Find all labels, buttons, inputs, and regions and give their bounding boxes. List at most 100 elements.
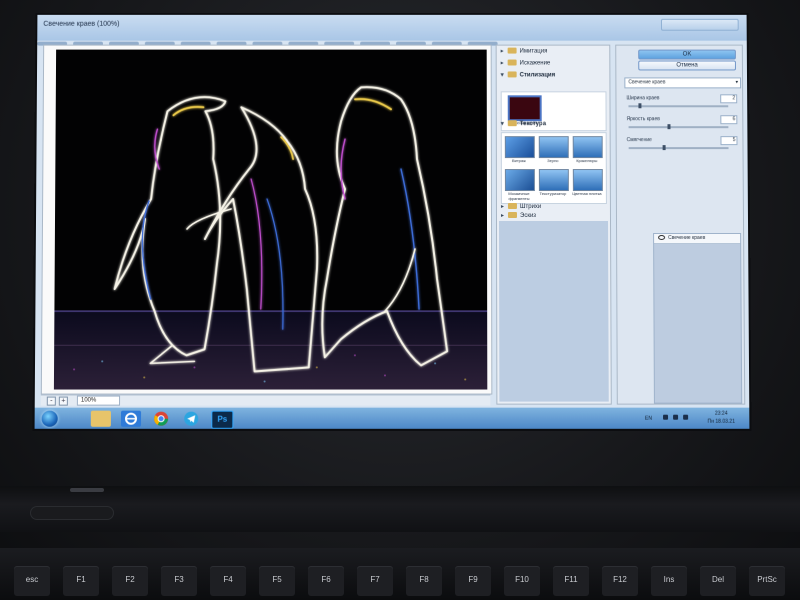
power-led xyxy=(70,488,104,492)
category-distort[interactable]: ▸ Искажение xyxy=(500,59,605,69)
keyboard-key[interactable]: F9 xyxy=(455,566,491,596)
category-texture[interactable]: ▾ Текстура xyxy=(501,120,605,129)
window-controls[interactable] xyxy=(660,18,739,31)
slider-thumb[interactable] xyxy=(662,145,666,151)
folder-icon xyxy=(507,48,517,54)
param-edge-brightness-input[interactable]: 6 xyxy=(720,115,738,125)
keyboard-key[interactable]: F6 xyxy=(308,566,344,596)
keyboard-key[interactable]: esc xyxy=(14,566,50,596)
param-edge-brightness-slider[interactable] xyxy=(628,124,729,130)
windows-taskbar: Ps EN 23:24 Пн 18.03.21 xyxy=(34,407,750,429)
collapsed-arrow-icon: ▸ xyxy=(500,213,505,220)
filter-thumb-texturizer[interactable] xyxy=(538,169,569,192)
param-smoothness-label: Смягчение xyxy=(626,137,652,144)
cancel-button[interactable]: Отмена xyxy=(638,60,736,71)
eye-icon[interactable] xyxy=(658,235,666,241)
param-smoothness-input[interactable]: 5 xyxy=(720,136,738,146)
language-indicator[interactable]: EN xyxy=(645,416,652,422)
filter-label-grain: Зерно xyxy=(547,158,559,164)
laptop-hinge xyxy=(0,486,800,532)
filter-layers-list: Свечение краев xyxy=(653,233,743,404)
param-edge-width-label: Ширина краев xyxy=(626,95,660,102)
keyboard-key[interactable]: F5 xyxy=(259,566,295,596)
filter-label-stained-glass: Витраж xyxy=(511,158,526,164)
system-tray: EN 23:24 Пн 18.03.21 xyxy=(641,410,746,428)
battery-icon[interactable] xyxy=(673,414,679,420)
texture-filters: Витраж Зерно Кракелюры Мозаичные фрагмен… xyxy=(500,132,607,205)
clock-date[interactable]: Пн 18.03.21 xyxy=(701,419,741,425)
keyboard-key[interactable]: F1 xyxy=(63,566,99,596)
category-stylize[interactable]: ▾ Стилизация xyxy=(501,71,605,80)
window-titlebar: Свечение краев (100%) xyxy=(37,14,747,46)
collapsed-arrow-icon: ▸ xyxy=(500,204,504,211)
keyboard-key[interactable]: F7 xyxy=(357,566,393,596)
folder-icon xyxy=(507,212,517,219)
slider-thumb[interactable] xyxy=(638,103,642,109)
chrome-icon[interactable] xyxy=(151,411,171,427)
filter-label-craquelure: Кракелюры xyxy=(576,158,598,164)
folder-open-icon xyxy=(507,120,517,127)
folder-icon xyxy=(507,203,517,210)
keyboard-key[interactable]: F8 xyxy=(406,566,442,596)
expanded-arrow-icon: ▾ xyxy=(500,121,504,128)
keyboard-key[interactable]: F3 xyxy=(161,566,197,596)
expanded-arrow-icon: ▾ xyxy=(500,72,504,79)
laptop-keyboard: esc F1 F2 F3 F4 F5 F6 F7 F8 F9 F10 F11 F12 Ins Del PrtS… xyxy=(0,548,800,600)
folder-icon[interactable] xyxy=(90,410,111,427)
slider-thumb[interactable] xyxy=(667,124,671,130)
network-icon[interactable] xyxy=(663,414,669,420)
preview-image[interactable] xyxy=(53,49,488,390)
filter-thumb-patchwork[interactable] xyxy=(572,169,603,192)
window-title: Свечение краев (100%) xyxy=(43,20,120,28)
param-edge-width-slider[interactable] xyxy=(628,103,729,109)
laptop-screen: Свечение краев (100%) - + 100% ▸ Имитаци… xyxy=(34,14,750,429)
filter-label-patchwork: Цветная плитка xyxy=(572,191,602,197)
filter-gallery-panel: ▸ Имитация ▸ Искажение ▾ Стилизация Свечени… xyxy=(495,44,612,405)
filter-thumb-glowing-edges[interactable] xyxy=(507,95,542,122)
category-artistic[interactable]: ▸ Имитация xyxy=(501,48,605,57)
filter-thumb-craquelure[interactable] xyxy=(572,136,603,159)
keyboard-key[interactable]: F12 xyxy=(602,566,638,596)
keyboard-key[interactable]: Ins xyxy=(651,566,687,596)
filter-select-value: Свечение краев xyxy=(628,79,666,86)
filter-layer-row[interactable]: Свечение краев xyxy=(654,234,741,245)
filter-thumb-mosaic-tiles[interactable] xyxy=(504,169,535,192)
keyboard-key[interactable]: F10 xyxy=(504,566,540,596)
collapsed-arrow-icon: ▸ xyxy=(500,48,504,55)
category-brush-strokes[interactable]: ▸ Штрихи xyxy=(501,203,605,212)
laptop-hinge-cover xyxy=(30,506,114,520)
folder-open-icon xyxy=(507,71,517,78)
filter-thumb-stained-glass[interactable] xyxy=(504,136,535,159)
start-button[interactable] xyxy=(41,410,58,427)
clock-time[interactable]: 23:24 xyxy=(701,411,741,417)
filter-thumb-grain[interactable] xyxy=(538,136,569,159)
filter-preview-panel xyxy=(40,44,493,395)
telegram-icon[interactable] xyxy=(181,411,201,427)
filter-label-mosaic-tiles: Мозаичные фрагменты xyxy=(508,191,530,202)
param-edge-width-input[interactable]: 2 xyxy=(720,94,738,104)
category-sketch[interactable]: ▸ Эскиз xyxy=(501,212,605,221)
keyboard-key[interactable]: F4 xyxy=(210,566,246,596)
filter-label-texturizer: Текстуризатор xyxy=(539,191,567,197)
zoom-level-select[interactable]: 100% xyxy=(76,395,121,406)
menu-bar xyxy=(37,33,625,46)
filter-settings-panel: OK Отмена Свечение краев ▾ Ширина краев … xyxy=(615,44,746,405)
filter-select[interactable]: Свечение краев ▾ xyxy=(624,77,742,89)
keyboard-key[interactable]: F2 xyxy=(112,566,148,596)
preview-zoom-bar: - + 100% xyxy=(40,394,491,406)
keyboard-key[interactable]: F11 xyxy=(553,566,589,596)
param-smoothness-slider[interactable] xyxy=(628,145,729,151)
collapsed-arrow-icon: ▸ xyxy=(500,60,504,67)
volume-icon[interactable] xyxy=(683,414,689,420)
glowing-edges-penguins xyxy=(53,50,488,390)
ok-button[interactable]: OK xyxy=(638,49,736,60)
zoom-out-button[interactable]: - xyxy=(46,396,56,406)
chevron-down-icon: ▾ xyxy=(735,79,739,86)
folder-icon xyxy=(507,59,517,66)
photoshop-icon[interactable]: Ps xyxy=(211,410,234,429)
keyboard-key[interactable]: Del xyxy=(700,566,736,596)
gallery-empty-area xyxy=(499,221,609,402)
zoom-in-button[interactable]: + xyxy=(58,396,68,406)
keyboard-key[interactable]: PrtSc xyxy=(749,566,785,596)
ie-icon[interactable] xyxy=(120,411,142,427)
